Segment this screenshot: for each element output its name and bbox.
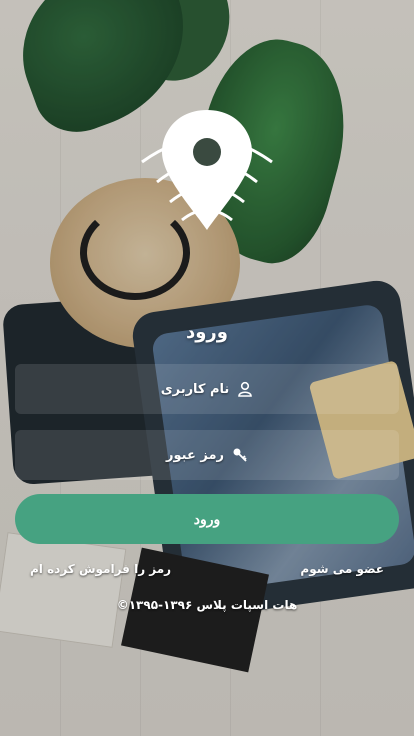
password-field[interactable]: رمز عبور	[15, 430, 399, 480]
page-title: ورود	[186, 322, 228, 343]
join-link[interactable]: عضو می شوم	[300, 562, 384, 576]
key-icon	[232, 447, 248, 463]
username-field[interactable]: نام کاربری	[15, 364, 399, 414]
copyright-text: ©۱۳۹۵-۱۳۹۶ هات اسپات پلاس	[116, 598, 298, 612]
username-placeholder: نام کاربری	[160, 381, 230, 397]
login-button[interactable]: ورود	[15, 494, 399, 544]
user-icon	[237, 381, 253, 397]
forgot-password-link[interactable]: رمز را فراموش کرده ام	[30, 562, 171, 576]
location-wifi-logo	[141, 110, 273, 230]
password-placeholder: رمز عبور	[166, 447, 224, 463]
